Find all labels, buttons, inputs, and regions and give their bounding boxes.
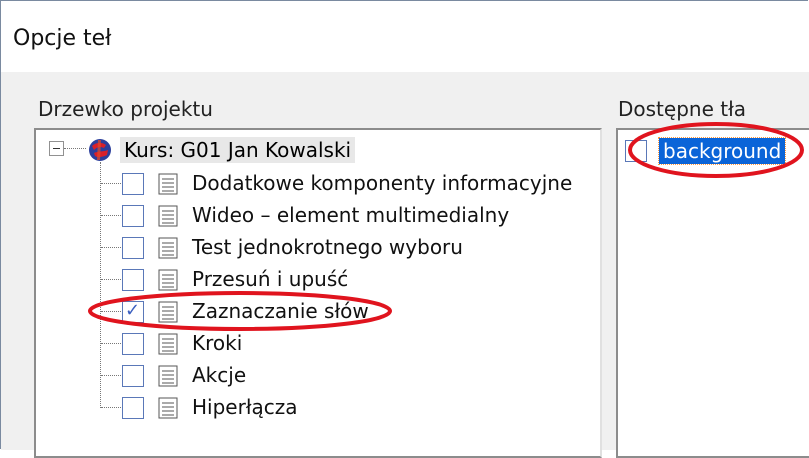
annotation-ellipse xyxy=(88,291,392,331)
annotation-ellipse xyxy=(628,122,804,178)
annotation-overlay xyxy=(88,122,804,331)
